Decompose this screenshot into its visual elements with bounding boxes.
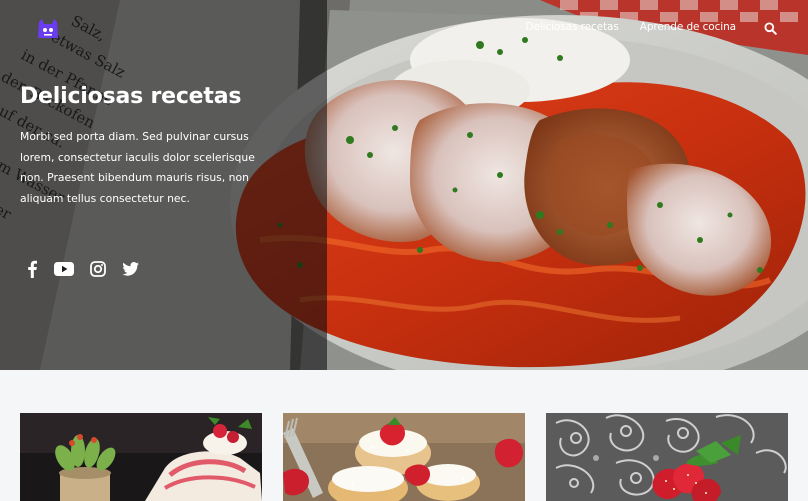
twitter-icon[interactable]	[122, 262, 139, 276]
main-nav: Deliciosas recetas Aprende de cocina	[505, 20, 778, 35]
recipe-cards	[0, 370, 808, 501]
instagram-icon[interactable]	[90, 261, 106, 277]
cake-slice-image	[20, 413, 262, 501]
hero-title: Deliciosas recetas	[20, 84, 242, 109]
strawberries-image	[546, 413, 788, 501]
logo-icon[interactable]	[36, 18, 60, 40]
nav-item-aprende-de-cocina[interactable]: Aprende de cocina	[640, 21, 736, 33]
recipe-card-image[interactable]	[546, 413, 788, 501]
hero-description: Morbi sed porta diam. Sed pulvinar cursu…	[20, 130, 255, 205]
search-icon[interactable]	[764, 20, 778, 35]
facebook-icon[interactable]	[26, 260, 38, 278]
nav-item-deliciosas-recetas[interactable]: Deliciosas recetas	[526, 21, 619, 33]
recipe-card-image[interactable]	[283, 413, 525, 501]
recipe-card-image[interactable]	[20, 413, 262, 501]
social-links	[26, 260, 155, 278]
hero-section: Salz, etwas Salz in der Pfanne den Backo…	[0, 0, 808, 370]
cream-puffs-image	[283, 413, 525, 501]
youtube-icon[interactable]	[54, 262, 74, 276]
